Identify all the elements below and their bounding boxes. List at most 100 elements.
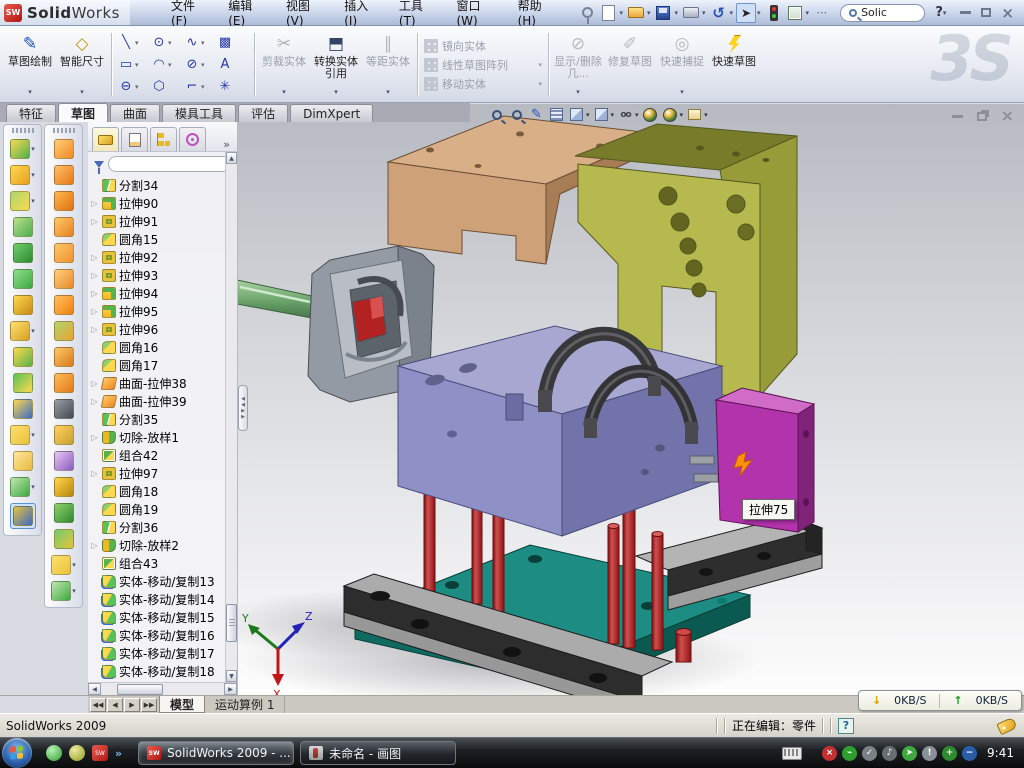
delete-hole-icon[interactable] (54, 399, 74, 419)
antivirus-icon[interactable] (69, 745, 85, 761)
core-icon[interactable] (54, 503, 74, 523)
dropdown-icon[interactable]: ▾ (31, 483, 35, 491)
help-button[interactable]: ? (935, 5, 943, 20)
tree-item-2[interactable]: ▷拉伸91 (90, 212, 237, 230)
security-alert-icon[interactable]: × (822, 746, 837, 761)
sketch-entity-4[interactable]: ◠▾ (150, 54, 183, 76)
tree-item-23[interactable]: 实体-移动/复制14 (90, 590, 237, 608)
keyboard-layout-icon[interactable] (782, 747, 802, 760)
cmd-button-草图绘制[interactable]: ✎草图绘制▾ (4, 29, 56, 100)
cmd-button-转换实体引用[interactable]: ⬒转换实体引用▾ (310, 29, 362, 100)
scroll-down-icon[interactable]: ▼ (226, 670, 237, 682)
sketch-entity-0[interactable]: ╲▾ (117, 32, 150, 54)
network-warning-icon[interactable]: ! (922, 746, 937, 761)
motion-study-tab[interactable]: 运动算例 1 (205, 696, 285, 713)
tab-草图[interactable]: 草图 (58, 103, 108, 122)
planar-surface-icon[interactable] (54, 295, 74, 315)
configurationmanager-tab[interactable] (150, 127, 177, 151)
rebuild-traffic-light-icon[interactable] (764, 3, 784, 23)
dropdown-icon[interactable]: ▾ (72, 587, 76, 595)
fillet-icon[interactable]: ▾ (10, 191, 35, 211)
tree-item-0[interactable]: 分割34 (90, 176, 237, 194)
parting-surface-icon[interactable] (54, 477, 74, 497)
dropdown-icon[interactable]: ▾ (31, 197, 35, 205)
view-orientation-icon-dropdown[interactable]: ▾ (586, 111, 590, 119)
helix-icon[interactable]: ▾ (51, 581, 76, 601)
print-icon[interactable] (681, 3, 701, 23)
expander-icon[interactable]: ▷ (90, 199, 99, 208)
dropdown-icon[interactable]: ▾ (168, 61, 172, 69)
sketch-entity-6[interactable]: ∿▾ (183, 32, 216, 54)
scroll-left-icon[interactable]: ◀ (88, 683, 101, 695)
undo-icon[interactable]: ↺ (709, 3, 729, 23)
model-tab[interactable]: 模型 (159, 696, 205, 713)
save-icon-dropdown[interactable]: ▾ (674, 9, 678, 17)
doc-minimize-button[interactable] (952, 115, 963, 118)
reference-plane-icon[interactable] (13, 451, 33, 471)
doc-close-button[interactable]: × (1001, 110, 1014, 122)
select-icon[interactable]: ➤ (736, 3, 756, 23)
messenger-icon[interactable] (46, 745, 62, 761)
dropdown-icon[interactable]: ▾ (31, 171, 35, 179)
tree-item-5[interactable]: ▷拉伸93 (90, 266, 237, 284)
sketch-entity-2[interactable]: ⊖▾ (117, 76, 150, 98)
cmd-button-智能尺寸[interactable]: ◇智能尺寸▾ (56, 29, 108, 100)
tree-item-4[interactable]: ▷拉伸92 (90, 248, 237, 266)
options-icon-dropdown[interactable]: ▾ (806, 9, 810, 17)
trimmed-surface-icon[interactable] (54, 191, 74, 211)
options-icon[interactable] (785, 3, 805, 23)
dropdown-icon[interactable]: ▾ (135, 39, 139, 47)
open-icon[interactable] (626, 3, 646, 23)
zoom-fit-icon[interactable] (488, 106, 505, 123)
short-pin-body[interactable] (676, 629, 691, 663)
apply-scene-icon[interactable] (662, 106, 679, 123)
tree-item-1[interactable]: ▷拉伸90 (90, 194, 237, 212)
lofted-boss-icon[interactable] (13, 243, 33, 263)
dropdown-icon[interactable]: ▾ (72, 561, 76, 569)
tree-item-27[interactable]: 实体-移动/复制18 (90, 662, 237, 680)
draft-icon[interactable] (54, 217, 74, 237)
tab-DimXpert[interactable]: DimXpert (290, 104, 373, 122)
hide-show-items-icon[interactable]: oo (617, 106, 634, 123)
menu-item-3[interactable]: 插入(I) (331, 0, 386, 25)
start-button[interactable] (2, 738, 32, 768)
dropdown-icon[interactable]: ▾ (201, 83, 205, 91)
tree-item-12[interactable]: ▷曲面-拉伸39 (90, 392, 237, 410)
bent-surface-icon[interactable] (54, 373, 74, 393)
menu-item-5[interactable]: 窗口(W) (443, 0, 504, 25)
extended-surface-icon[interactable] (54, 165, 74, 185)
select-icon-dropdown[interactable]: ▾ (757, 9, 761, 17)
expander-icon[interactable]: ▷ (90, 397, 99, 406)
overflow-icon[interactable]: ⋯ (812, 3, 832, 23)
tree-item-24[interactable]: 实体-移动/复制15 (90, 608, 237, 626)
replace-face-icon[interactable] (54, 321, 74, 341)
tree-item-25[interactable]: 实体-移动/复制16 (90, 626, 237, 644)
view-settings-icon[interactable] (686, 106, 703, 123)
menu-item-2[interactable]: 视图(V) (273, 0, 331, 25)
expander-icon[interactable]: ▷ (90, 307, 99, 316)
swept-boss-icon[interactable] (13, 217, 33, 237)
dimxpertmanager-tab[interactable] (179, 127, 206, 151)
restore-button[interactable] (981, 8, 991, 17)
tree-item-9[interactable]: 圆角16 (90, 338, 237, 356)
tree-item-17[interactable]: 圆角18 (90, 482, 237, 500)
dropdown-icon[interactable]: ▾ (201, 61, 205, 69)
expander-icon[interactable]: ▷ (90, 217, 99, 226)
solidworks-launcher-icon[interactable]: SW (92, 745, 108, 761)
panel-overflow-button[interactable]: » (223, 138, 233, 151)
quick-tips-button[interactable]: ? (838, 718, 854, 734)
expander-icon[interactable]: ▷ (90, 289, 99, 298)
revolved-surface-icon[interactable] (54, 139, 74, 159)
minimize-button[interactable] (960, 11, 971, 14)
extruded-boss-icon[interactable]: ▾ (10, 139, 35, 159)
expander-icon[interactable]: ▷ (90, 325, 99, 334)
edit-appearance-icon[interactable] (642, 106, 659, 123)
display-style-icon[interactable] (593, 106, 610, 123)
dropdown-icon[interactable]: ▾ (201, 39, 205, 47)
dropdown-icon[interactable]: ▾ (168, 39, 172, 47)
dropdown-icon[interactable]: ▾ (28, 86, 32, 98)
featuremanager-tab[interactable] (92, 127, 119, 151)
tree-item-8[interactable]: ▷拉伸96 (90, 320, 237, 338)
parting-line-icon[interactable] (54, 425, 74, 445)
view-orientation-icon[interactable] (568, 106, 585, 123)
